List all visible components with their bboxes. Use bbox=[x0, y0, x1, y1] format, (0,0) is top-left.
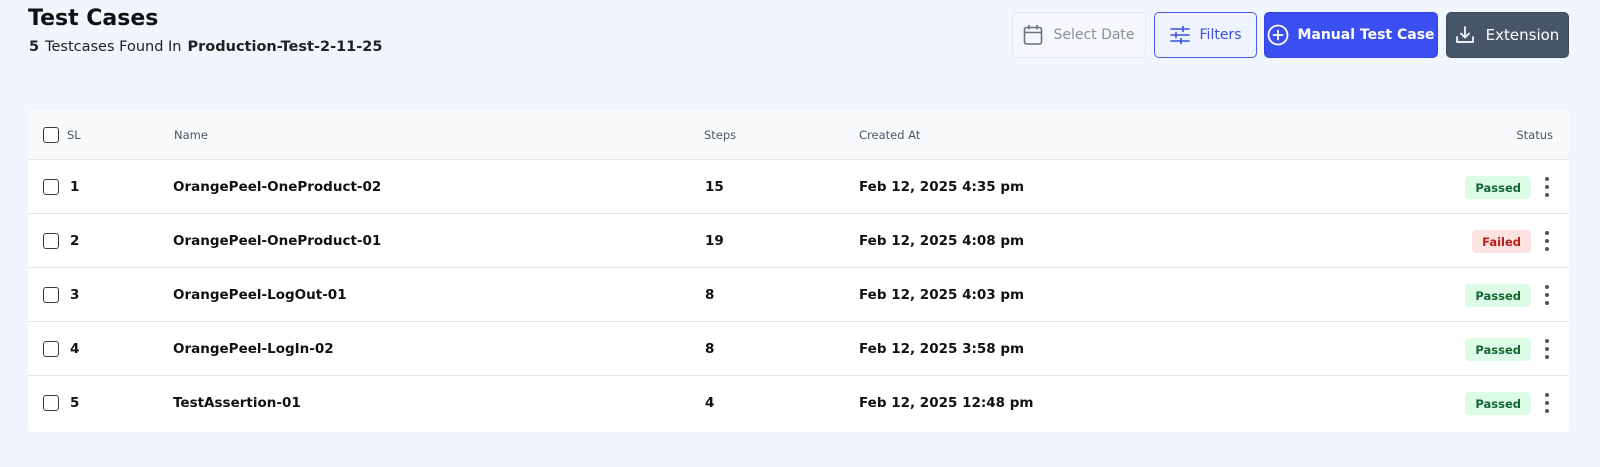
testcase-count: 5 bbox=[29, 39, 40, 55]
row-name[interactable]: OrangePeel-OneProduct-01 bbox=[173, 233, 381, 249]
plus-circle-icon bbox=[1268, 24, 1289, 46]
row-steps: 4 bbox=[705, 395, 715, 411]
row-sl: 5 bbox=[70, 395, 80, 411]
sliders-icon bbox=[1169, 25, 1190, 45]
calendar-icon bbox=[1024, 25, 1043, 45]
more-options-icon[interactable] bbox=[1542, 337, 1552, 361]
row-steps: 19 bbox=[705, 233, 724, 249]
row-created-at: Feb 12, 2025 3:58 pm bbox=[859, 341, 1025, 357]
more-options-icon[interactable] bbox=[1542, 283, 1552, 307]
row-steps: 8 bbox=[705, 341, 715, 357]
status-badge: Passed bbox=[1465, 392, 1531, 415]
page-title: Test Cases bbox=[28, 6, 159, 31]
table-row[interactable]: 2 OrangePeel-OneProduct-01 19 Feb 12, 20… bbox=[28, 214, 1569, 268]
test-cases-table: SL Name Steps Created At Status 1 Orange… bbox=[28, 110, 1569, 432]
table-header: SL Name Steps Created At Status bbox=[28, 110, 1569, 160]
row-created-at: Feb 12, 2025 4:35 pm bbox=[859, 179, 1025, 195]
row-sl: 3 bbox=[70, 287, 80, 303]
status-badge: Passed bbox=[1465, 176, 1531, 199]
select-all-checkbox[interactable] bbox=[43, 127, 59, 143]
manual-test-case-label: Manual Test Case bbox=[1297, 27, 1435, 43]
found-text: Testcases Found In bbox=[45, 39, 182, 55]
table-row[interactable]: 4 OrangePeel-LogIn-02 8 Feb 12, 2025 3:5… bbox=[28, 322, 1569, 376]
row-created-at: Feb 12, 2025 12:48 pm bbox=[859, 395, 1034, 411]
table-row[interactable]: 5 TestAssertion-01 4 Feb 12, 2025 12:48 … bbox=[28, 376, 1569, 430]
row-sl: 4 bbox=[70, 341, 80, 357]
row-checkbox[interactable] bbox=[43, 179, 59, 195]
row-sl: 1 bbox=[70, 179, 80, 195]
column-header-sl: SL bbox=[67, 128, 81, 142]
more-options-icon[interactable] bbox=[1542, 229, 1552, 253]
extension-button[interactable]: Extension bbox=[1446, 12, 1569, 58]
row-created-at: Feb 12, 2025 4:03 pm bbox=[859, 287, 1025, 303]
column-header-name: Name bbox=[174, 128, 208, 142]
row-checkbox[interactable] bbox=[43, 233, 59, 249]
filters-button[interactable]: Filters bbox=[1154, 12, 1257, 58]
more-options-icon[interactable] bbox=[1542, 391, 1552, 415]
test-cases-page: Test Cases 5 Testcases Found In Production… bbox=[0, 0, 1600, 467]
status-badge: Passed bbox=[1465, 284, 1531, 307]
row-created-at: Feb 12, 2025 4:08 pm bbox=[859, 233, 1025, 249]
extension-label: Extension bbox=[1485, 26, 1560, 44]
row-name[interactable]: OrangePeel-LogOut-01 bbox=[173, 287, 347, 303]
row-checkbox[interactable] bbox=[43, 395, 59, 411]
select-date-label: Select Date bbox=[1053, 27, 1135, 43]
download-icon bbox=[1455, 26, 1474, 43]
manual-test-case-button[interactable]: Manual Test Case bbox=[1264, 12, 1438, 58]
table-row[interactable]: 1 OrangePeel-OneProduct-02 15 Feb 12, 20… bbox=[28, 160, 1569, 214]
row-steps: 15 bbox=[705, 179, 724, 195]
column-header-created-at: Created At bbox=[859, 128, 921, 142]
table-row[interactable]: 3 OrangePeel-LogOut-01 8 Feb 12, 2025 4:… bbox=[28, 268, 1569, 322]
results-summary: 5 Testcases Found In Production-Test-2-11-… bbox=[29, 39, 382, 55]
status-badge: Passed bbox=[1465, 338, 1531, 361]
row-checkbox[interactable] bbox=[43, 287, 59, 303]
row-sl: 2 bbox=[70, 233, 80, 249]
row-steps: 8 bbox=[705, 287, 715, 303]
column-header-status: Status bbox=[1516, 128, 1553, 142]
status-badge: Failed bbox=[1472, 230, 1531, 253]
select-date-button[interactable]: Select Date bbox=[1012, 12, 1146, 58]
row-checkbox[interactable] bbox=[43, 341, 59, 357]
row-name[interactable]: TestAssertion-01 bbox=[173, 395, 301, 411]
suite-name: Production-Test-2-11-25 bbox=[187, 39, 383, 55]
row-name[interactable]: OrangePeel-LogIn-02 bbox=[173, 341, 334, 357]
filters-label: Filters bbox=[1199, 27, 1242, 43]
column-header-steps: Steps bbox=[704, 128, 737, 142]
row-name[interactable]: OrangePeel-OneProduct-02 bbox=[173, 179, 381, 195]
more-options-icon[interactable] bbox=[1542, 175, 1552, 199]
